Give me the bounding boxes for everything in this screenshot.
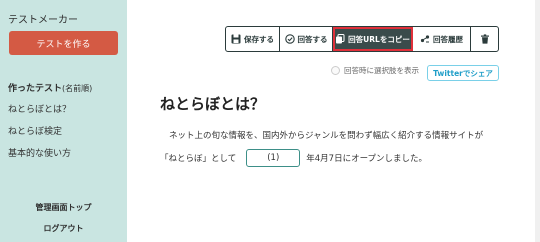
delete-button[interactable] (471, 27, 498, 51)
twitter-share-button[interactable]: Twitterでシェア (427, 65, 499, 81)
check-circle-icon (284, 34, 295, 44)
history-icon (420, 35, 430, 43)
my-tests-heading: 作ったテスト(名前順) (8, 81, 92, 94)
line2-prefix: 「ねとらぼ」として (160, 154, 237, 164)
save-label: 保存する (244, 34, 274, 44)
sidebar-item-netorabo-kentei[interactable]: ねとらぼ検定 (8, 124, 62, 137)
scrollbar[interactable] (535, 0, 540, 242)
answer-blank-input[interactable]: (1) (246, 149, 301, 167)
save-icon (231, 34, 241, 44)
copy-answer-url-button[interactable]: 回答URLをコピー (333, 27, 413, 51)
history-label: 回答履歴 (433, 34, 463, 44)
page-title: ねとらぼとは？ (160, 95, 266, 113)
trash-icon (480, 34, 489, 44)
radio-circle-icon[interactable] (331, 66, 340, 75)
copy-icon (336, 34, 345, 44)
answer-label: 回答する (297, 34, 328, 44)
app-title: テストメーカー (8, 15, 78, 26)
show-choices-label: 回答時に選択肢を表示 (344, 66, 419, 75)
answer-history-button[interactable]: 回答履歴 (413, 27, 471, 51)
show-choices-toggle[interactable]: 回答時に選択肢を表示 (331, 65, 419, 76)
toolbar: 保存する 回答する 回答URLをコピー 回答履歴 (225, 26, 499, 52)
sidebar-item-netorabo[interactable]: ねとらぼとは？ (8, 102, 71, 115)
create-test-button[interactable]: テストを作る (9, 31, 118, 55)
sidebar: テストメーカー テストを作る 作ったテスト(名前順) ねとらぼとは？ ねとらぼ検… (0, 0, 127, 242)
question-line-2: 「ねとらぼ」として (1) 年4月7日にオープンしました。 (160, 149, 427, 167)
my-tests-title: 作ったテスト (8, 84, 63, 94)
copy-url-label: 回答URLをコピー (348, 34, 410, 44)
sidebar-item-basic-usage[interactable]: 基本的な使い方 (8, 146, 71, 159)
question-line-1: ネット上の旬な情報を、国内外からジャンルを問わず幅広く紹介する情報サイトが (169, 131, 484, 141)
logout-link[interactable]: ログアウト (0, 223, 127, 234)
save-button[interactable]: 保存する (226, 27, 280, 51)
answer-button[interactable]: 回答する (280, 27, 333, 51)
admin-top-link[interactable]: 管理画面トップ (0, 202, 127, 213)
line2-suffix: 年4月7日にオープンしました。 (306, 154, 428, 164)
my-tests-sort: (名前順) (62, 84, 93, 93)
